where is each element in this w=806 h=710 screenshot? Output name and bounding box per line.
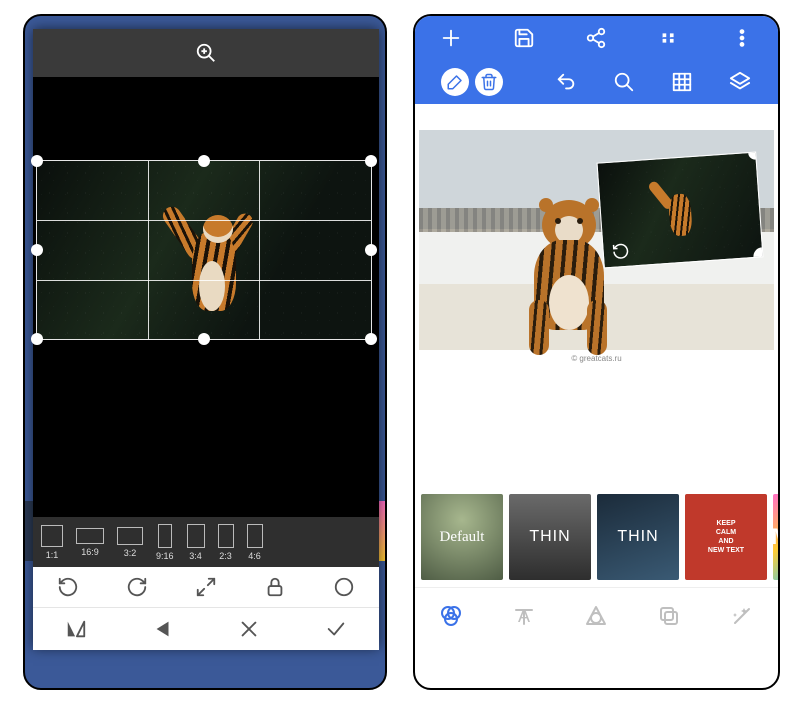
crop-canvas[interactable]: [33, 77, 379, 517]
crop-handle[interactable]: [31, 244, 43, 256]
style-thumbnails: Default THIN THIN KEEP CALM AND NEW TEXT ME: [415, 489, 778, 587]
share-button[interactable]: [584, 26, 608, 50]
play-left-button[interactable]: [152, 618, 174, 640]
thumb-label: KEEP CALM AND NEW TEXT: [708, 519, 744, 555]
overlay-image[interactable]: [598, 153, 763, 268]
aspect-ratio-2-3[interactable]: 2:3: [218, 524, 234, 561]
thumb-label: ME: [772, 524, 779, 550]
flip-horizontal-button[interactable]: [65, 618, 87, 640]
crop-handle[interactable]: [198, 155, 210, 167]
style-thumb[interactable]: KEEP CALM AND NEW TEXT: [685, 494, 767, 580]
confirm-toolbar: [33, 607, 379, 650]
screenshot-stage: 1:1 16:9 3:2 9:16 3:4 2:3 4:6: [0, 0, 806, 710]
circle-outline-icon[interactable]: [333, 576, 355, 598]
crop-handle[interactable]: [198, 333, 210, 345]
rotate-handle-icon[interactable]: [611, 242, 630, 261]
watermark-text: © greatcats.ru: [415, 354, 778, 363]
ratio-label: 4:6: [248, 551, 261, 561]
ratio-label: 9:16: [156, 551, 174, 561]
ratio-label: 1:1: [46, 550, 59, 560]
magic-tab[interactable]: [729, 603, 755, 629]
text-tab[interactable]: A: [511, 603, 537, 629]
ratio-label: 3:4: [189, 551, 202, 561]
aspect-ratio-3-4[interactable]: 3:4: [187, 524, 205, 561]
delete-circle-button[interactable]: [475, 68, 503, 96]
check-button[interactable]: [325, 618, 347, 640]
aspect-ratio-16-9[interactable]: 16:9: [76, 528, 104, 557]
undo-button[interactable]: [554, 70, 578, 94]
crop-handle[interactable]: [365, 244, 377, 256]
thumb-label: THIN: [529, 528, 570, 546]
ratio-label: 16:9: [81, 547, 99, 557]
svg-text:A: A: [518, 606, 530, 626]
crop-handle[interactable]: [365, 333, 377, 345]
crop-rectangle[interactable]: [37, 161, 371, 339]
save-button[interactable]: [512, 26, 536, 50]
zoom-in-icon[interactable]: [195, 42, 217, 64]
zoom-button[interactable]: [612, 70, 636, 94]
thumb-label: THIN: [617, 528, 658, 546]
secondary-toolbar: [415, 60, 778, 104]
crop-handle[interactable]: [31, 333, 43, 345]
rotate-cw-icon[interactable]: [126, 576, 148, 598]
crop-top-bar: [33, 29, 379, 77]
right-phone-frame: © greatcats.ru Default THIN THIN KEEP CALM …: [413, 14, 780, 690]
crop-handle[interactable]: [31, 155, 43, 167]
edit-circle-button[interactable]: [441, 68, 469, 96]
more-vert-button[interactable]: [730, 26, 754, 50]
tiger-splash-image: [157, 181, 267, 331]
layers-button[interactable]: [728, 70, 752, 94]
thumb-label: Default: [440, 529, 485, 546]
bottom-tab-bar: A: [415, 587, 778, 643]
filters-tab[interactable]: [438, 603, 464, 629]
shape-tab[interactable]: [583, 603, 609, 629]
aspect-ratio-bar: 1:1 16:9 3:2 9:16 3:4 2:3 4:6: [33, 517, 379, 567]
ratio-label: 2:3: [219, 551, 232, 561]
layers-copy-tab[interactable]: [656, 603, 682, 629]
add-button[interactable]: [439, 26, 463, 50]
style-thumb[interactable]: ME: [773, 494, 778, 580]
crop-image: [37, 161, 371, 339]
aspect-ratio-4-6[interactable]: 4:6: [247, 524, 263, 561]
transform-toolbar: [33, 567, 379, 607]
editor-canvas[interactable]: © greatcats.ru: [415, 104, 778, 439]
left-phone-frame: 1:1 16:9 3:2 9:16 3:4 2:3 4:6: [23, 14, 387, 690]
aspect-ratio-3-2[interactable]: 3:2: [117, 527, 143, 558]
quote-button[interactable]: [657, 26, 681, 50]
rotate-ccw-icon[interactable]: [57, 576, 79, 598]
crop-handle[interactable]: [365, 155, 377, 167]
main-toolbar: [415, 16, 778, 60]
style-thumb[interactable]: Default: [421, 494, 503, 580]
aspect-ratio-1-1[interactable]: 1:1: [41, 525, 63, 560]
aspect-ratio-9-16[interactable]: 9:16: [156, 524, 174, 561]
close-button[interactable]: [238, 618, 260, 640]
grid-button[interactable]: [670, 70, 694, 94]
lock-icon[interactable]: [264, 576, 286, 598]
style-thumb[interactable]: THIN: [597, 494, 679, 580]
ratio-label: 3:2: [124, 548, 137, 558]
expand-icon[interactable]: [195, 576, 217, 598]
crop-editor-panel: 1:1 16:9 3:2 9:16 3:4 2:3 4:6: [33, 29, 379, 648]
style-thumb[interactable]: THIN: [509, 494, 591, 580]
